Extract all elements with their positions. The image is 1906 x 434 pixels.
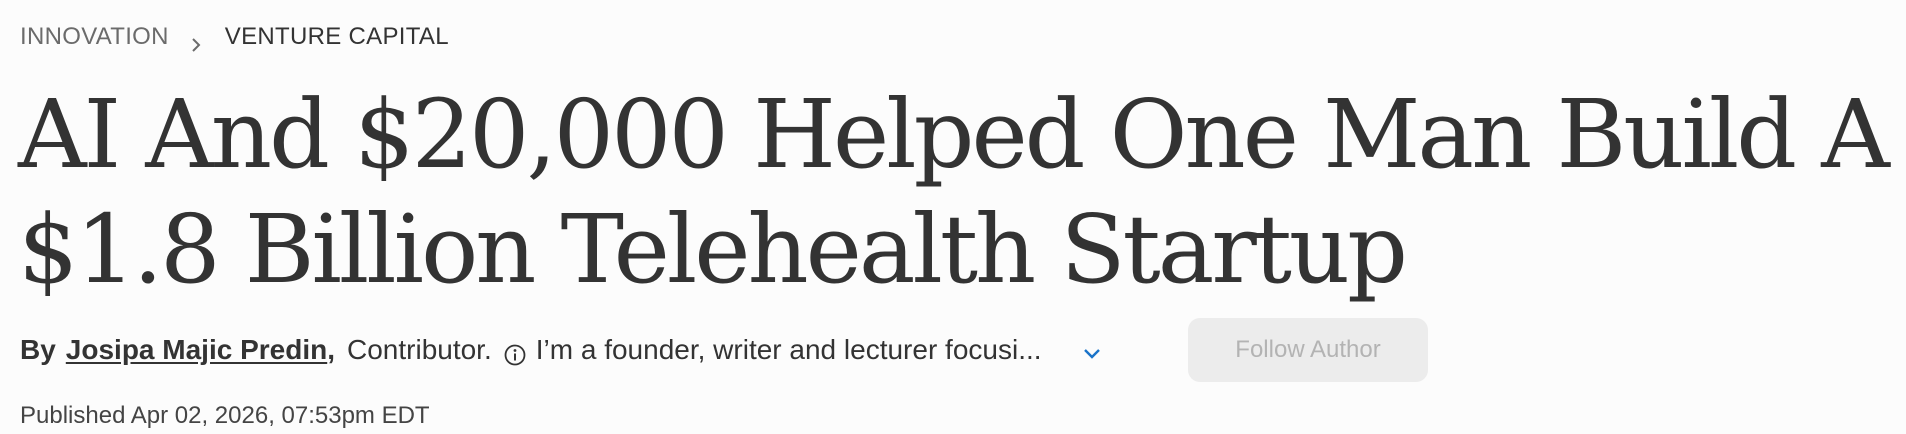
byline-comma: , [327, 334, 335, 365]
chevron-right-icon [189, 30, 203, 52]
info-icon[interactable] [504, 339, 526, 366]
breadcrumb-venture-capital[interactable]: VENTURE CAPITAL [225, 22, 449, 52]
breadcrumb: INNOVATION VENTURE CAPITAL [20, 22, 449, 52]
author-bio-snippet: I’m a founder, writer and lecturer focus… [535, 334, 1042, 365]
published-date: Published Apr 02, 2026, 07:53pm EDT [20, 402, 430, 429]
follow-author-button[interactable]: Follow Author [1188, 318, 1428, 382]
byline: By Josipa Majic Predin , Contributor. I’… [20, 332, 1104, 368]
chevron-down-icon[interactable] [1080, 338, 1104, 362]
author-link[interactable]: Josipa Majic Predin [66, 332, 327, 368]
breadcrumb-innovation[interactable]: INNOVATION [20, 22, 169, 52]
contributor-label: Contributor. [347, 334, 492, 365]
article-headline: AI And $20,000 Helped One Man Build A $1… [18, 80, 1890, 305]
by-label: By [20, 334, 56, 365]
